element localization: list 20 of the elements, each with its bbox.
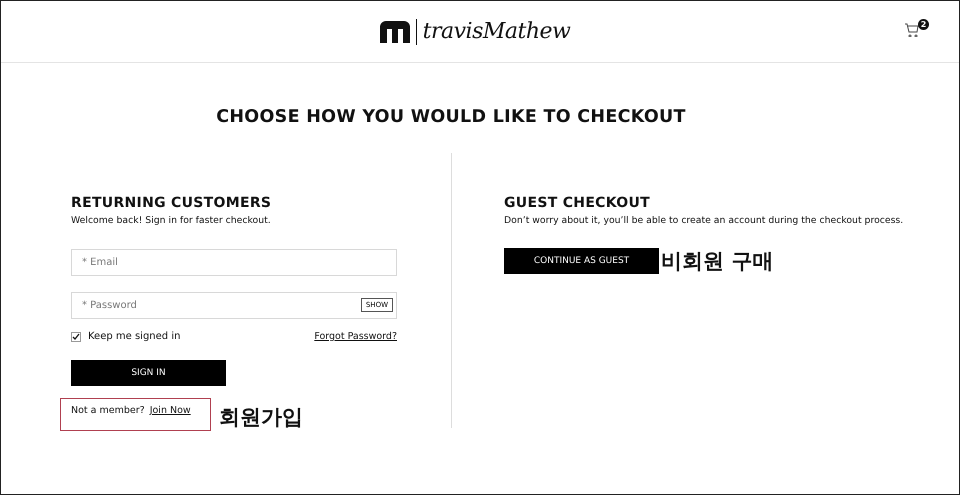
section-subtitle: Don’t worry about it, you’ll be able to create an account during the checkout process. xyxy=(504,215,904,226)
cart-count: 2 xyxy=(918,19,929,30)
page-title: CHOOSE HOW YOU WOULD LIKE TO CHECKOUT xyxy=(215,107,687,127)
cart-button[interactable]: 2 xyxy=(905,19,927,39)
section-heading: RETURNING CUSTOMERS xyxy=(71,195,272,211)
section-subtitle: Welcome back! Sign in for faster checkout. xyxy=(71,215,272,226)
brand-name: travisMathew xyxy=(416,18,570,44)
join-prompt: Not a member? xyxy=(71,405,145,416)
forgot-password-link[interactable]: Forgot Password? xyxy=(314,331,397,342)
annotation-label: 회원가입 xyxy=(219,404,303,431)
remember-label: Keep me signed in xyxy=(88,331,180,342)
join-now-link[interactable]: Join Now xyxy=(150,405,191,416)
cart-icon xyxy=(905,23,919,37)
sign-in-button[interactable]: SIGN IN xyxy=(71,360,226,386)
annotation-label: 비회원 구매 xyxy=(661,248,774,275)
remember-checkbox[interactable] xyxy=(71,332,81,342)
continue-as-guest-button[interactable]: CONTINUE AS GUEST xyxy=(504,248,659,274)
section-heading: GUEST CHECKOUT xyxy=(504,195,651,211)
email-field[interactable]: * Email xyxy=(71,249,397,276)
logo-mark-icon xyxy=(380,20,410,42)
